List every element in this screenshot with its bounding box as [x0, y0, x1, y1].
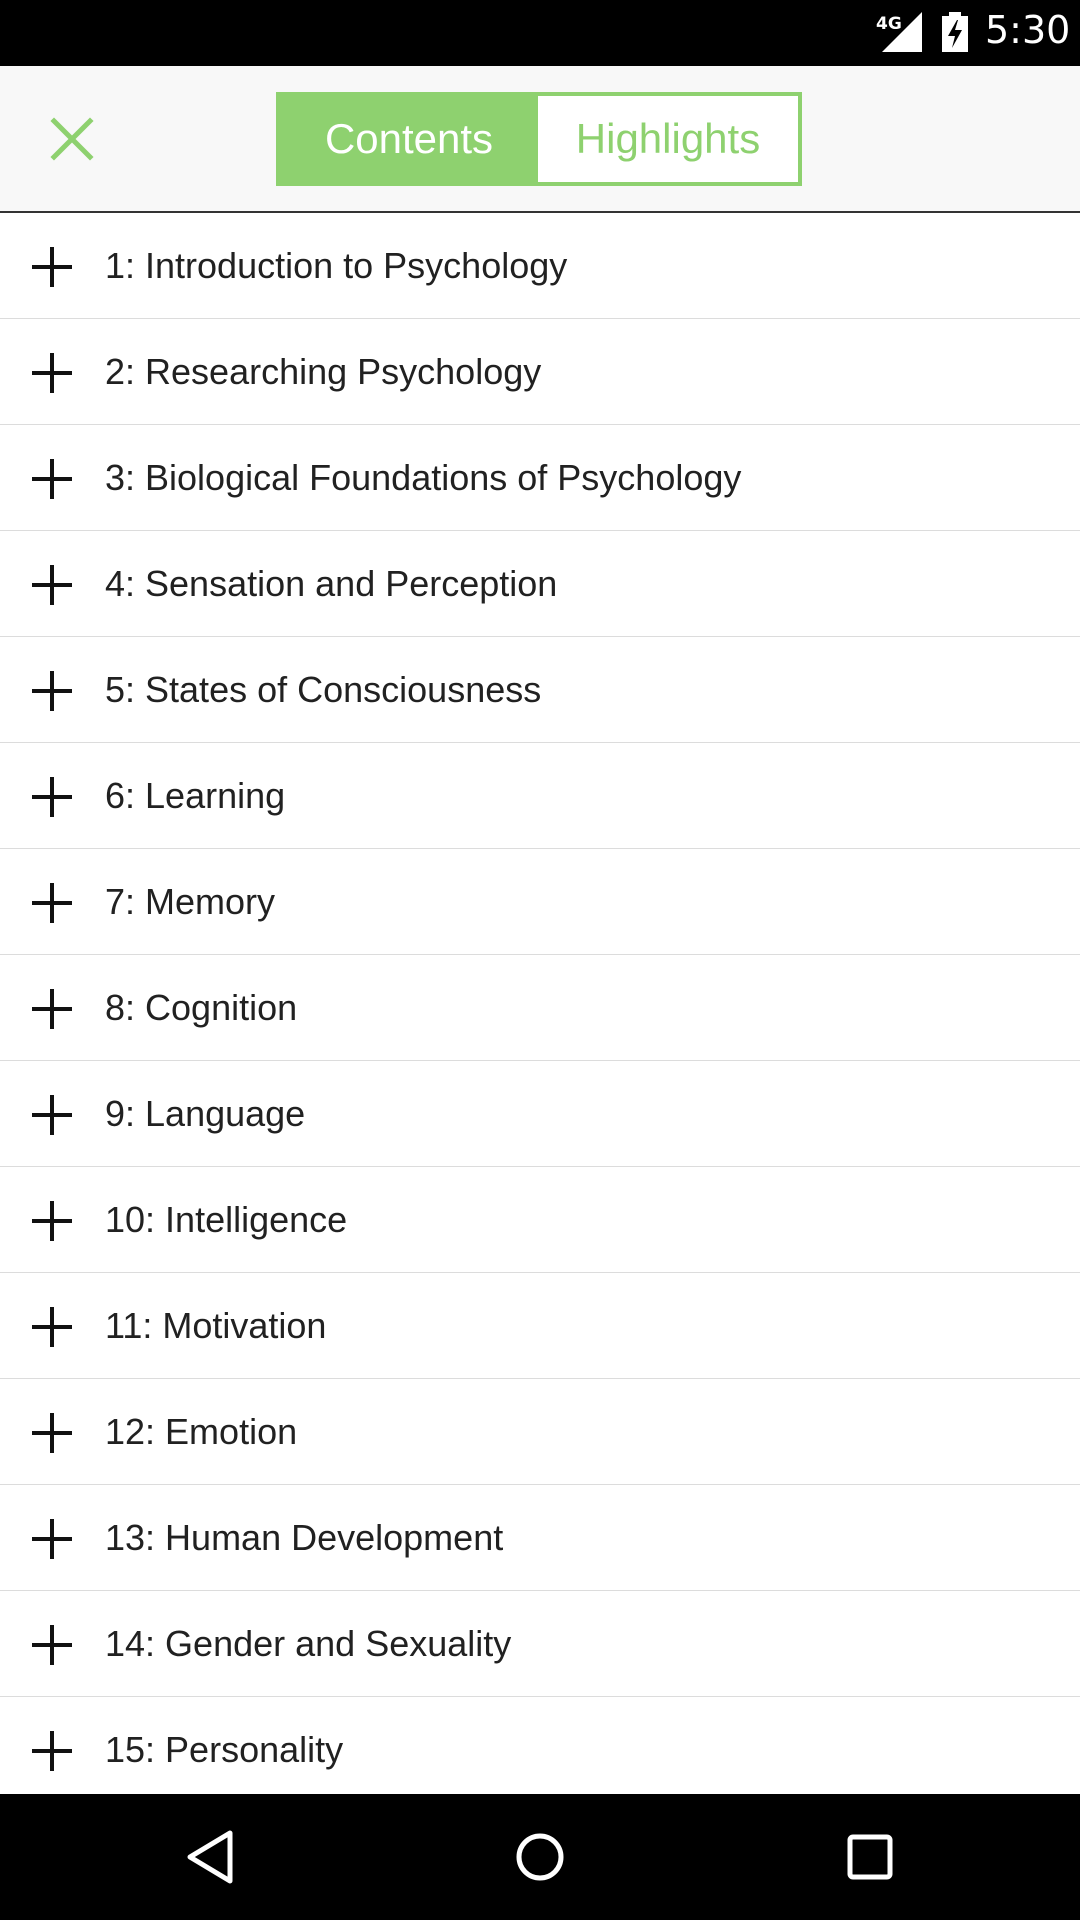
system-navigation-bar	[0, 1794, 1080, 1920]
expand-plus-icon[interactable]	[32, 459, 72, 499]
toc-item-chapter-4[interactable]: 4: Sensation and Perception	[0, 531, 1080, 637]
expand-plus-icon[interactable]	[32, 247, 72, 287]
toc-item-label: 12: Emotion	[105, 1411, 298, 1452]
toc-item-chapter-9[interactable]: 9: Language	[0, 1061, 1080, 1167]
expand-plus-icon[interactable]	[32, 989, 72, 1029]
tab-contents[interactable]: Contents	[280, 96, 538, 182]
toc-item-chapter-5[interactable]: 5: States of Consciousness	[0, 637, 1080, 743]
toc-item-label: 11: Motivation	[105, 1305, 327, 1346]
expand-plus-icon[interactable]	[32, 1519, 72, 1559]
toc-item-label: 13: Human Development	[105, 1517, 504, 1558]
toc-item-chapter-7[interactable]: 7: Memory	[0, 849, 1080, 955]
toc-item-label: 5: States of Consciousness	[105, 669, 542, 710]
tab-highlights[interactable]: Highlights	[538, 96, 798, 182]
expand-plus-icon[interactable]	[32, 1201, 72, 1241]
expand-plus-icon[interactable]	[32, 671, 72, 711]
toc-header: Contents Highlights	[0, 66, 1080, 213]
toc-item-label: 2: Researching Psychology	[105, 351, 542, 392]
toc-item-label: 9: Language	[105, 1093, 306, 1134]
network-type-label: 4G	[876, 14, 902, 34]
expand-plus-icon[interactable]	[32, 1625, 72, 1665]
toc-item-label: 15: Personality	[105, 1729, 344, 1770]
toc-item-label: 1: Introduction to Psychology	[105, 245, 568, 286]
expand-plus-icon[interactable]	[32, 883, 72, 923]
toc-item-chapter-15[interactable]: 15: Personality	[0, 1697, 1080, 1794]
clock: 5:30	[985, 8, 1071, 52]
expand-plus-icon[interactable]	[32, 1307, 72, 1347]
toc-item-chapter-2[interactable]: 2: Researching Psychology	[0, 319, 1080, 425]
toc-item-chapter-8[interactable]: 8: Cognition	[0, 955, 1080, 1061]
back-icon[interactable]	[180, 1825, 244, 1889]
toc-item-label: 7: Memory	[105, 881, 276, 922]
toc-item-chapter-1[interactable]: 1: Introduction to Psychology	[0, 213, 1080, 319]
toc-item-chapter-10[interactable]: 10: Intelligence	[0, 1167, 1080, 1273]
toc-item-label: 6: Learning	[105, 775, 286, 816]
expand-plus-icon[interactable]	[32, 1095, 72, 1135]
toc-item-chapter-13[interactable]: 13: Human Development	[0, 1485, 1080, 1591]
contents-highlights-switch: Contents Highlights	[276, 92, 802, 186]
expand-plus-icon[interactable]	[32, 777, 72, 817]
toc-item-label: 14: Gender and Sexuality	[105, 1623, 512, 1664]
toc-item-label: 4: Sensation and Perception	[105, 563, 558, 604]
home-icon[interactable]	[508, 1825, 572, 1889]
expand-plus-icon[interactable]	[32, 1413, 72, 1453]
toc-item-label: 10: Intelligence	[105, 1199, 348, 1240]
table-of-contents-list: 1: Introduction to Psychology 2: Researc…	[0, 213, 1080, 1794]
battery-charging-icon	[942, 12, 968, 52]
toc-item-chapter-3[interactable]: 3: Biological Foundations of Psychology	[0, 425, 1080, 531]
status-bar: 4G 5:30	[0, 0, 1080, 66]
toc-item-label: 8: Cognition	[105, 987, 298, 1028]
toc-item-chapter-12[interactable]: 12: Emotion	[0, 1379, 1080, 1485]
recents-icon[interactable]	[838, 1825, 902, 1889]
toc-item-chapter-6[interactable]: 6: Learning	[0, 743, 1080, 849]
expand-plus-icon[interactable]	[32, 353, 72, 393]
toc-item-chapter-14[interactable]: 14: Gender and Sexuality	[0, 1591, 1080, 1697]
close-icon[interactable]	[40, 107, 104, 171]
expand-plus-icon[interactable]	[32, 1731, 72, 1771]
toc-item-chapter-11[interactable]: 11: Motivation	[0, 1273, 1080, 1379]
expand-plus-icon[interactable]	[32, 565, 72, 605]
toc-item-label: 3: Biological Foundations of Psychology	[105, 457, 742, 498]
